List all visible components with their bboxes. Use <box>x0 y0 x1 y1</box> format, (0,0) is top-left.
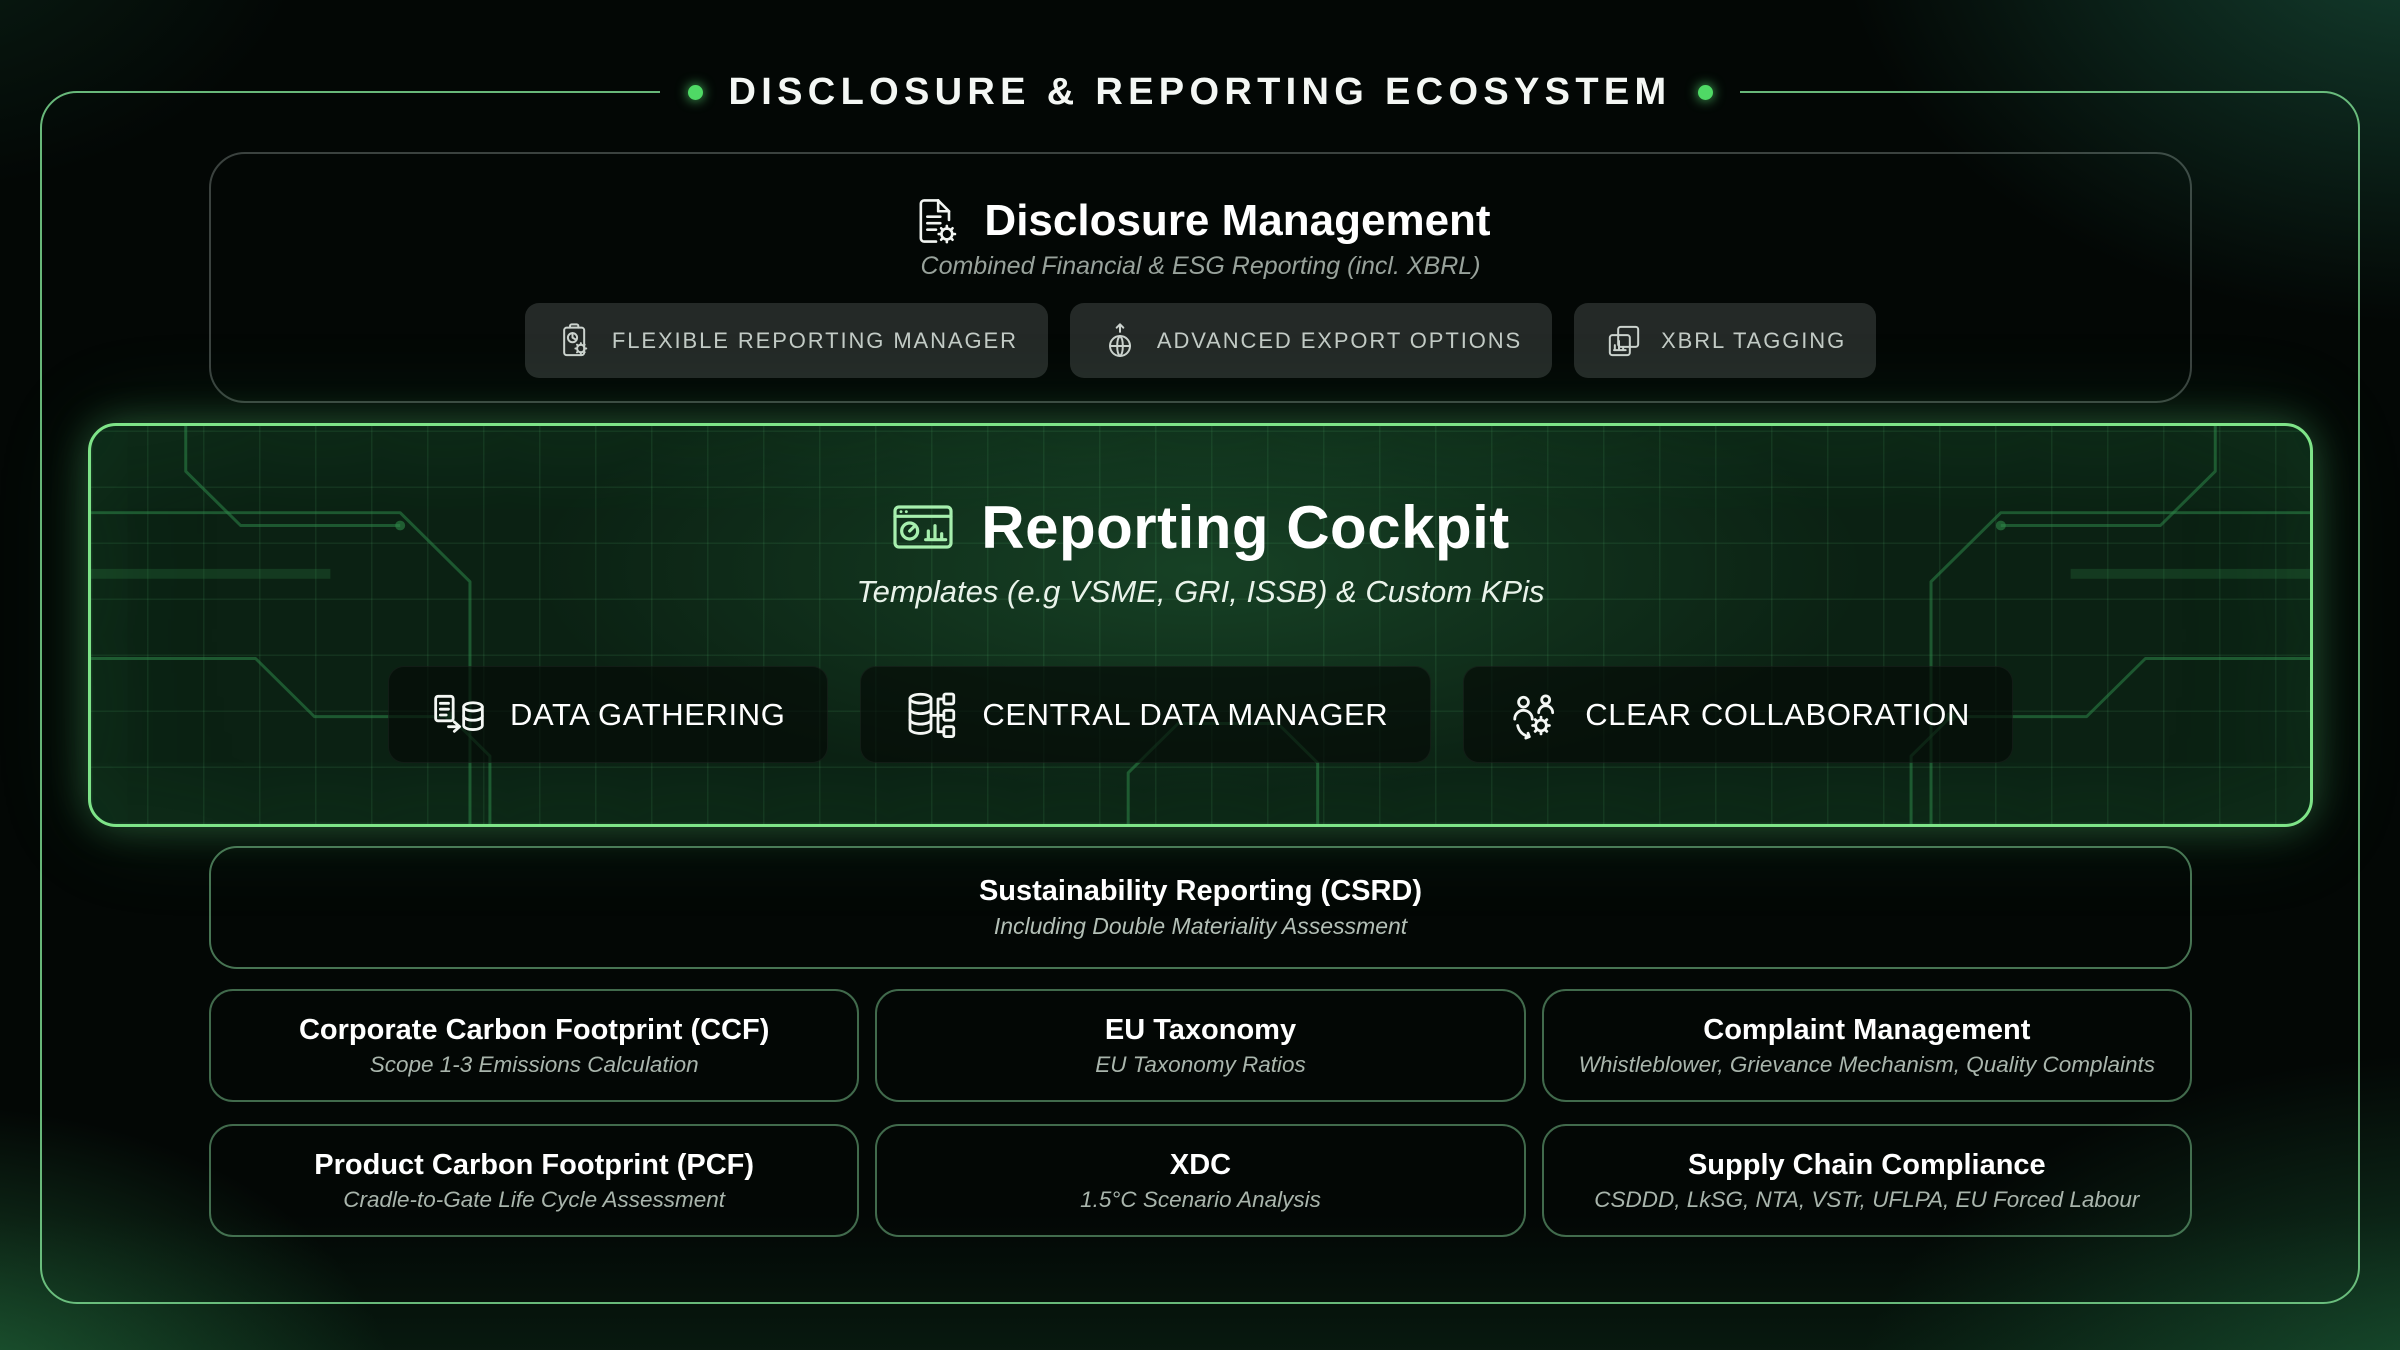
diagram-canvas: DISCLOSURE & REPORTING ECOSYSTEM Disclos… <box>0 0 2400 1350</box>
database-hierarchy-icon <box>903 687 959 743</box>
module-subtitle: Scope 1-3 Emissions Calculation <box>370 1052 699 1078</box>
disclosure-management-title: Disclosure Management <box>984 196 1490 246</box>
disclosure-management-features: FLEXIBLE REPORTING MANAGER ADVANCED EXPO… <box>525 303 1876 378</box>
pill-label: FLEXIBLE REPORTING MANAGER <box>612 328 1018 354</box>
pill-clear-collaboration: CLEAR COLLABORATION <box>1463 666 2013 763</box>
reporting-cockpit-panel: Reporting Cockpit Templates (e.g VSME, G… <box>88 423 2313 827</box>
title-right-dot-icon <box>1698 85 1713 100</box>
pill-label: DATA GATHERING <box>510 697 785 733</box>
module-title: Corporate Carbon Footprint (CCF) <box>299 1014 769 1047</box>
page-title: DISCLOSURE & REPORTING ECOSYSTEM <box>0 64 2400 120</box>
document-gear-icon <box>910 195 962 247</box>
module-corporate-carbon-footprint: Corporate Carbon Footprint (CCF) Scope 1… <box>209 989 859 1102</box>
module-complaint-management: Complaint Management Whistleblower, Grie… <box>1542 989 2192 1102</box>
module-product-carbon-footprint: Product Carbon Footprint (PCF) Cradle-to… <box>209 1124 859 1237</box>
module-title: XDC <box>1170 1149 1231 1182</box>
pill-flexible-reporting-manager: FLEXIBLE REPORTING MANAGER <box>525 303 1048 378</box>
module-subtitle: Whistleblower, Grievance Mechanism, Qual… <box>1579 1052 2155 1078</box>
report-gear-icon <box>555 321 595 361</box>
module-eu-taxonomy: EU Taxonomy EU Taxonomy Ratios <box>875 989 1525 1102</box>
reporting-cockpit-features: DATA GATHERING CENT <box>388 666 2013 763</box>
module-subtitle: Cradle-to-Gate Life Cycle Assessment <box>343 1187 725 1213</box>
pill-label: XBRL TAGGING <box>1661 328 1846 354</box>
module-subtitle: CSDDD, LkSG, NTA, VSTr, UFLPA, EU Forced… <box>1594 1187 2139 1213</box>
disclosure-management-header: Disclosure Management <box>910 194 1490 248</box>
module-title: Supply Chain Compliance <box>1688 1149 2046 1182</box>
csrd-subtitle: Including Double Materiality Assessment <box>994 913 1407 940</box>
pill-data-gathering: DATA GATHERING <box>388 666 828 763</box>
reporting-cockpit-title: Reporting Cockpit <box>981 493 1510 562</box>
pill-xbrl-tagging: XBRL TAGGING <box>1574 303 1876 378</box>
disclosure-management-panel: Disclosure Management Combined Financial… <box>209 152 2192 403</box>
module-subtitle: 1.5°C Scenario Analysis <box>1080 1187 1321 1213</box>
module-xdc: XDC 1.5°C Scenario Analysis <box>875 1124 1525 1237</box>
people-gear-icon <box>1506 687 1562 743</box>
layered-windows-icon <box>1604 321 1644 361</box>
module-subtitle: EU Taxonomy Ratios <box>1095 1052 1306 1078</box>
modules-grid: Corporate Carbon Footprint (CCF) Scope 1… <box>209 989 2192 1237</box>
module-title: Complaint Management <box>1703 1014 2030 1047</box>
document-to-database-icon <box>431 687 487 743</box>
module-title: Product Carbon Footprint (PCF) <box>314 1149 754 1182</box>
pill-label: CLEAR COLLABORATION <box>1585 697 1970 733</box>
pill-central-data-manager: CENTRAL DATA MANAGER <box>860 666 1431 763</box>
globe-export-icon <box>1100 321 1140 361</box>
pill-advanced-export-options: ADVANCED EXPORT OPTIONS <box>1070 303 1552 378</box>
module-title: EU Taxonomy <box>1105 1014 1296 1047</box>
dashboard-monitor-icon <box>891 495 955 559</box>
pill-label: ADVANCED EXPORT OPTIONS <box>1157 328 1522 354</box>
page-title-text: DISCLOSURE & REPORTING ECOSYSTEM <box>729 71 1672 114</box>
module-supply-chain-compliance: Supply Chain Compliance CSDDD, LkSG, NTA… <box>1542 1124 2192 1237</box>
reporting-cockpit-header: Reporting Cockpit <box>891 494 1510 560</box>
csrd-title: Sustainability Reporting (CSRD) <box>979 875 1422 908</box>
reporting-cockpit-subtitle: Templates (e.g VSME, GRI, ISSB) & Custom… <box>857 574 1545 610</box>
title-left-dot-icon <box>688 85 703 100</box>
disclosure-management-subtitle: Combined Financial & ESG Reporting (incl… <box>921 252 1481 281</box>
pill-label: CENTRAL DATA MANAGER <box>982 697 1388 733</box>
csrd-panel: Sustainability Reporting (CSRD) Includin… <box>209 846 2192 969</box>
cockpit-content: Reporting Cockpit Templates (e.g VSME, G… <box>91 426 2310 824</box>
